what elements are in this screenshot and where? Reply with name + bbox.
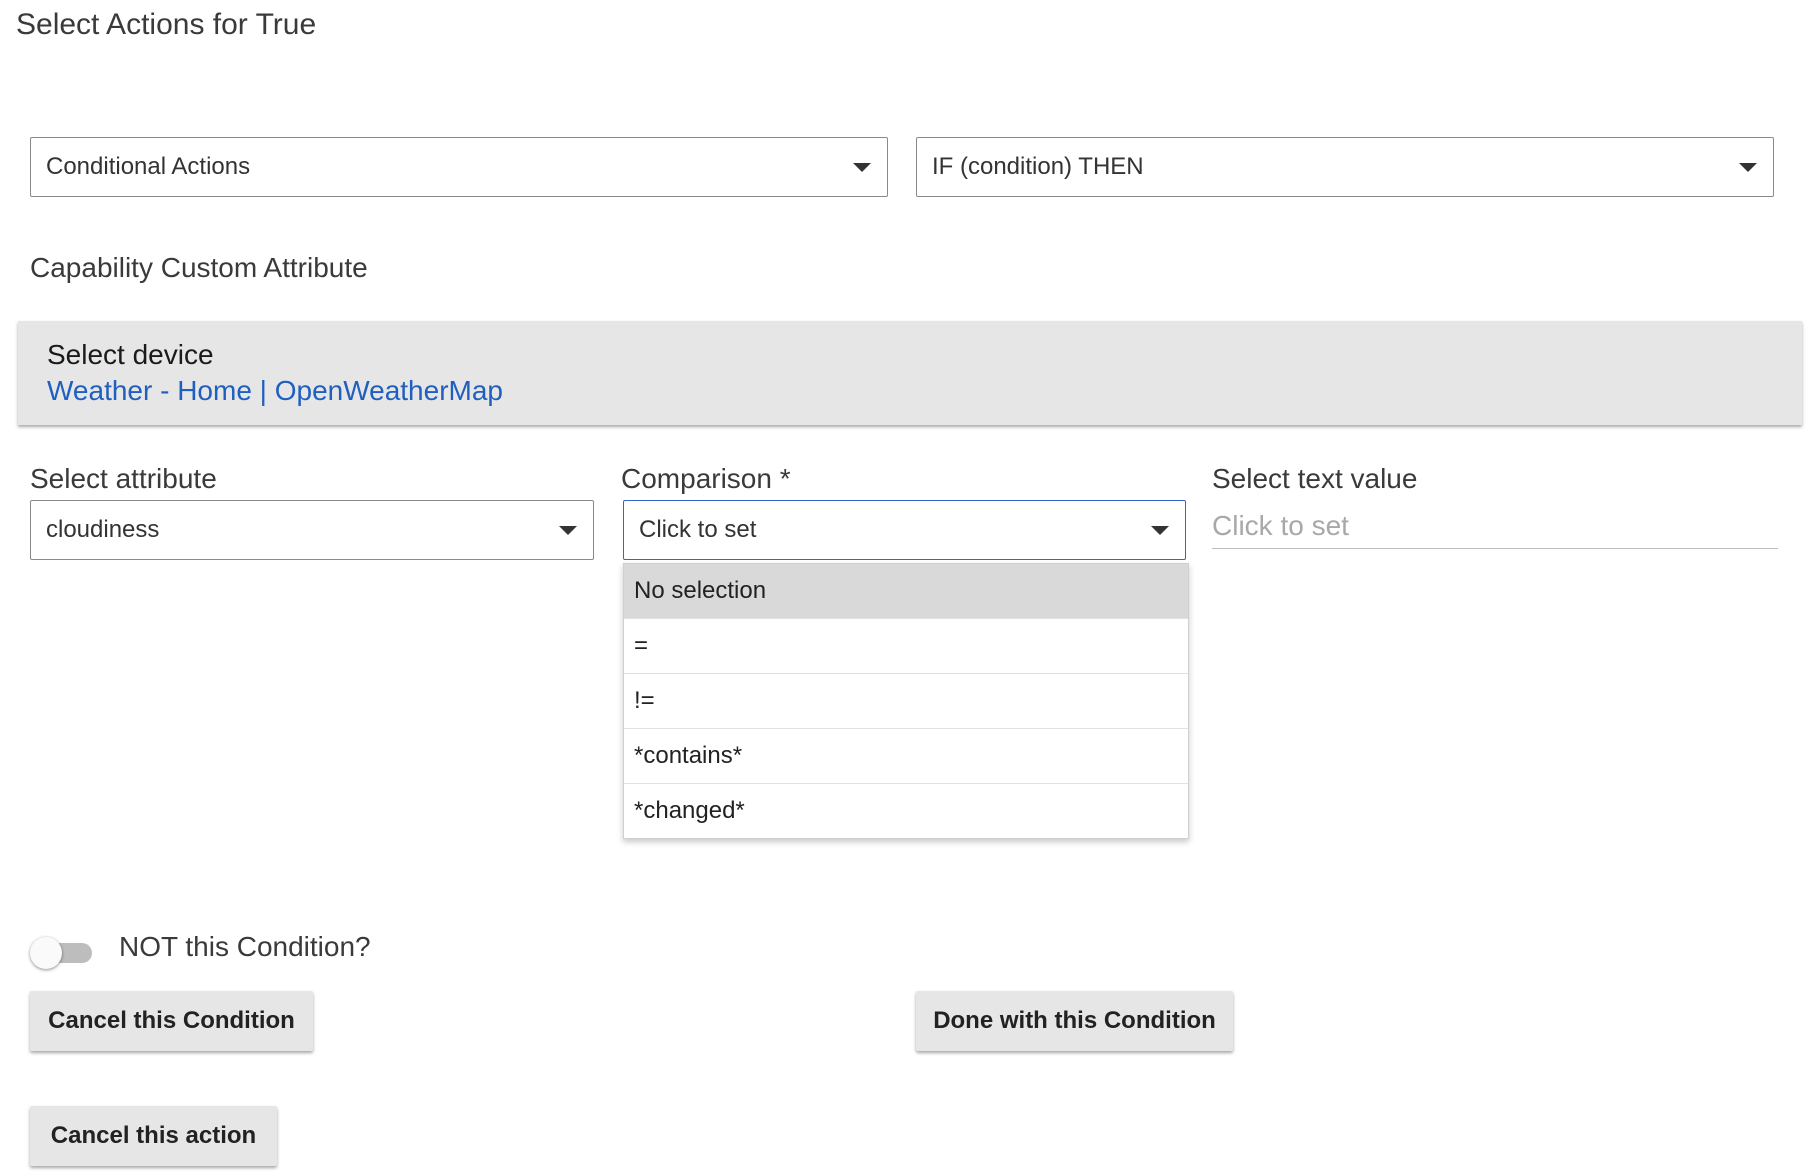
not-condition-toggle[interactable]: [30, 937, 94, 969]
comparison-value: Click to set: [639, 516, 757, 543]
page-root: Select Actions for True Conditional Acti…: [0, 0, 1812, 1174]
attribute-value: cloudiness: [46, 516, 160, 543]
text-value-label: Select text value: [1212, 463, 1418, 494]
select-device-panel[interactable]: Select device Weather - Home | OpenWeath…: [18, 321, 1802, 425]
text-value-input[interactable]: [1212, 503, 1778, 549]
menu-item-equals[interactable]: =: [624, 619, 1188, 674]
action-type-value: Conditional Actions: [46, 153, 251, 180]
cancel-condition-button[interactable]: Cancel this Condition: [30, 991, 313, 1051]
capability-label: Capability Custom Attribute: [30, 252, 368, 283]
menu-item-changed[interactable]: *changed*: [624, 784, 1188, 838]
done-condition-button[interactable]: Done with this Condition: [916, 991, 1233, 1051]
chevron-down-icon: [853, 163, 871, 172]
select-attribute-label: Select attribute: [30, 463, 217, 494]
device-link[interactable]: Weather - Home | OpenWeatherMap: [47, 375, 503, 407]
chevron-down-icon: [1739, 163, 1757, 172]
menu-item-contains[interactable]: *contains*: [624, 729, 1188, 784]
page-title: Select Actions for True: [16, 8, 317, 41]
action-select[interactable]: IF (condition) THEN: [916, 137, 1774, 197]
comparison-dropdown-menu: No selection = != *contains* *changed*: [623, 563, 1189, 839]
select-device-label: Select device: [47, 339, 214, 370]
menu-item-not-equals[interactable]: !=: [624, 674, 1188, 729]
action-type-select[interactable]: Conditional Actions: [30, 137, 888, 197]
not-condition-label: NOT this Condition?: [119, 931, 371, 962]
attribute-select[interactable]: cloudiness: [30, 500, 594, 560]
menu-item-no-selection[interactable]: No selection: [624, 564, 1188, 619]
action-value: IF (condition) THEN: [932, 153, 1144, 180]
comparison-label: Comparison *: [621, 463, 791, 494]
chevron-down-icon: [559, 526, 577, 535]
cancel-action-button[interactable]: Cancel this action: [30, 1106, 277, 1166]
chevron-down-icon: [1151, 526, 1169, 535]
toggle-thumb: [30, 937, 62, 969]
comparison-select[interactable]: Click to set: [623, 500, 1186, 560]
